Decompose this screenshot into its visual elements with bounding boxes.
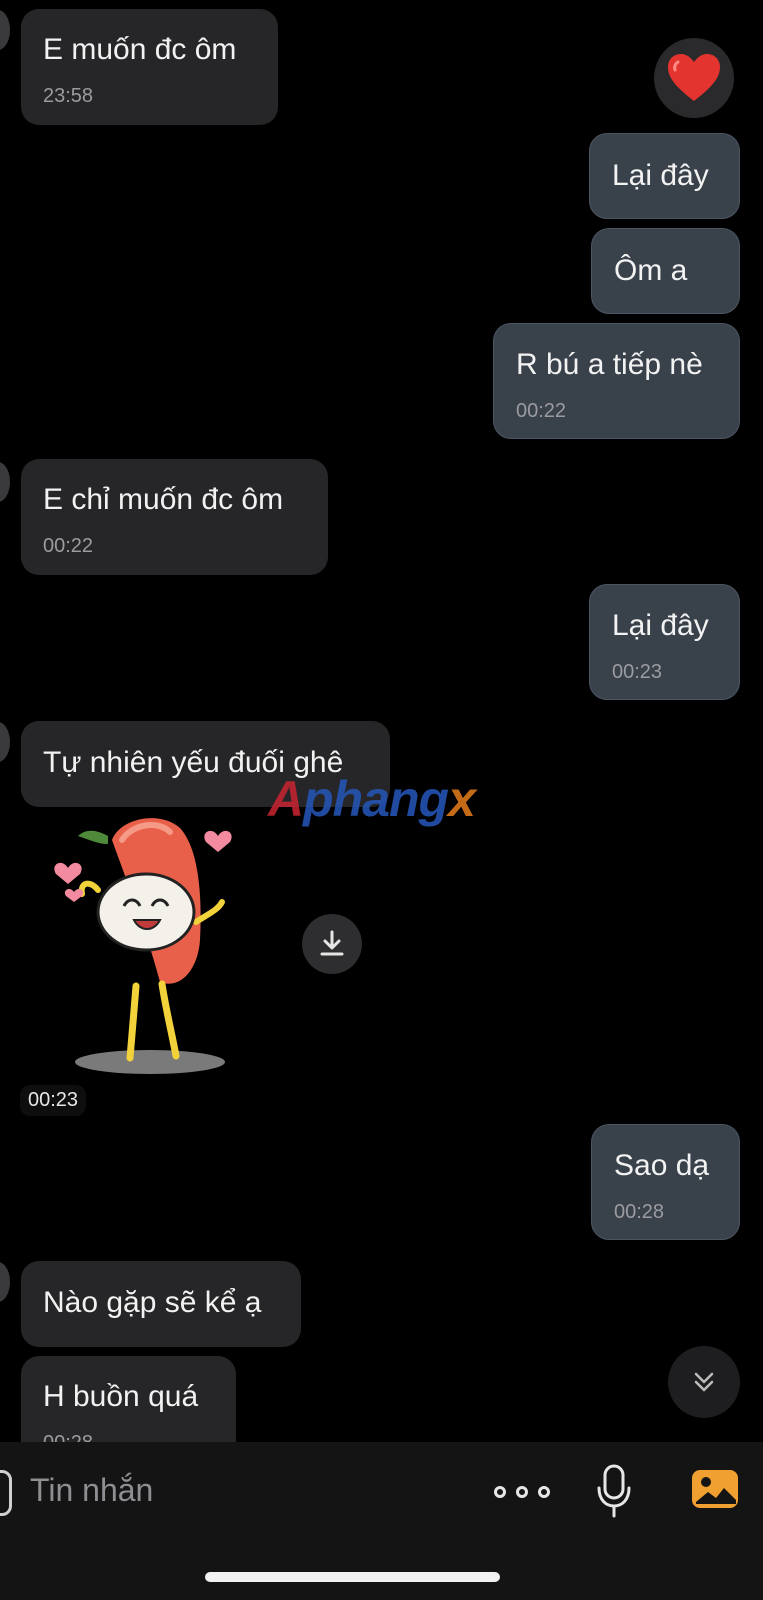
heart-icon [668,54,720,101]
message-text: Ôm a [614,254,688,287]
message-time: 00:22 [43,535,94,557]
message-text: Lại đây [612,159,709,192]
avatar[interactable] [0,1262,10,1302]
message-bubble-outgoing[interactable]: Lại đây [589,133,740,219]
message-time: 00:23 [612,661,663,683]
avatar[interactable] [0,722,10,762]
sticker-chili-garlic[interactable] [50,810,260,1080]
message-input[interactable]: Tin nhắn [30,1468,450,1512]
sticker-time: 00:23 [20,1085,87,1116]
message-bubble-incoming[interactable]: E chỉ muốn đc ôm 00:22 [21,459,328,575]
dot-icon [538,1486,550,1498]
microphone-icon[interactable] [596,1464,632,1518]
dot-icon [494,1486,506,1498]
message-bubble-outgoing[interactable]: Sao dạ 00:28 [591,1124,740,1240]
avatar[interactable] [0,10,10,50]
message-time: 00:28 [614,1201,665,1223]
message-bubble-incoming[interactable]: E muốn đc ôm 23:58 [21,9,278,125]
message-time: 00:22 [516,400,567,422]
message-text: Lại đây [612,609,709,642]
heart-reaction[interactable] [654,38,734,118]
message-text: H buồn quá [43,1380,199,1413]
download-button[interactable] [302,914,362,974]
home-indicator [205,1572,500,1582]
message-text: E muốn đc ôm [43,33,237,66]
message-bubble-outgoing[interactable]: Lại đây 00:23 [589,584,740,700]
message-bubble-incoming[interactable]: H buồn quá 00:28 [21,1356,236,1452]
dot-icon [516,1486,528,1498]
watermark-logo: Aphangx [268,771,476,827]
scroll-to-bottom-button[interactable] [668,1346,740,1418]
download-icon [320,930,344,956]
message-text: R bú a tiếp nè [516,348,703,381]
message-bubble-incoming[interactable]: Nào gặp sẽ kể ạ [21,1261,301,1347]
message-bubble-outgoing[interactable]: R bú a tiếp nè 00:22 [493,323,740,439]
message-text: Sao dạ [614,1149,710,1182]
message-text: E chỉ muốn đc ôm [43,483,284,516]
avatar[interactable] [0,462,10,502]
more-options-button[interactable] [494,1472,550,1512]
message-text: Nào gặp sẽ kể ạ [43,1286,262,1319]
double-chevron-down-icon [694,1372,714,1392]
sticker-icon[interactable] [0,1470,12,1516]
image-gallery-icon[interactable] [690,1466,740,1512]
message-bubble-outgoing[interactable]: Ôm a [591,228,740,314]
message-time: 23:58 [43,85,94,107]
